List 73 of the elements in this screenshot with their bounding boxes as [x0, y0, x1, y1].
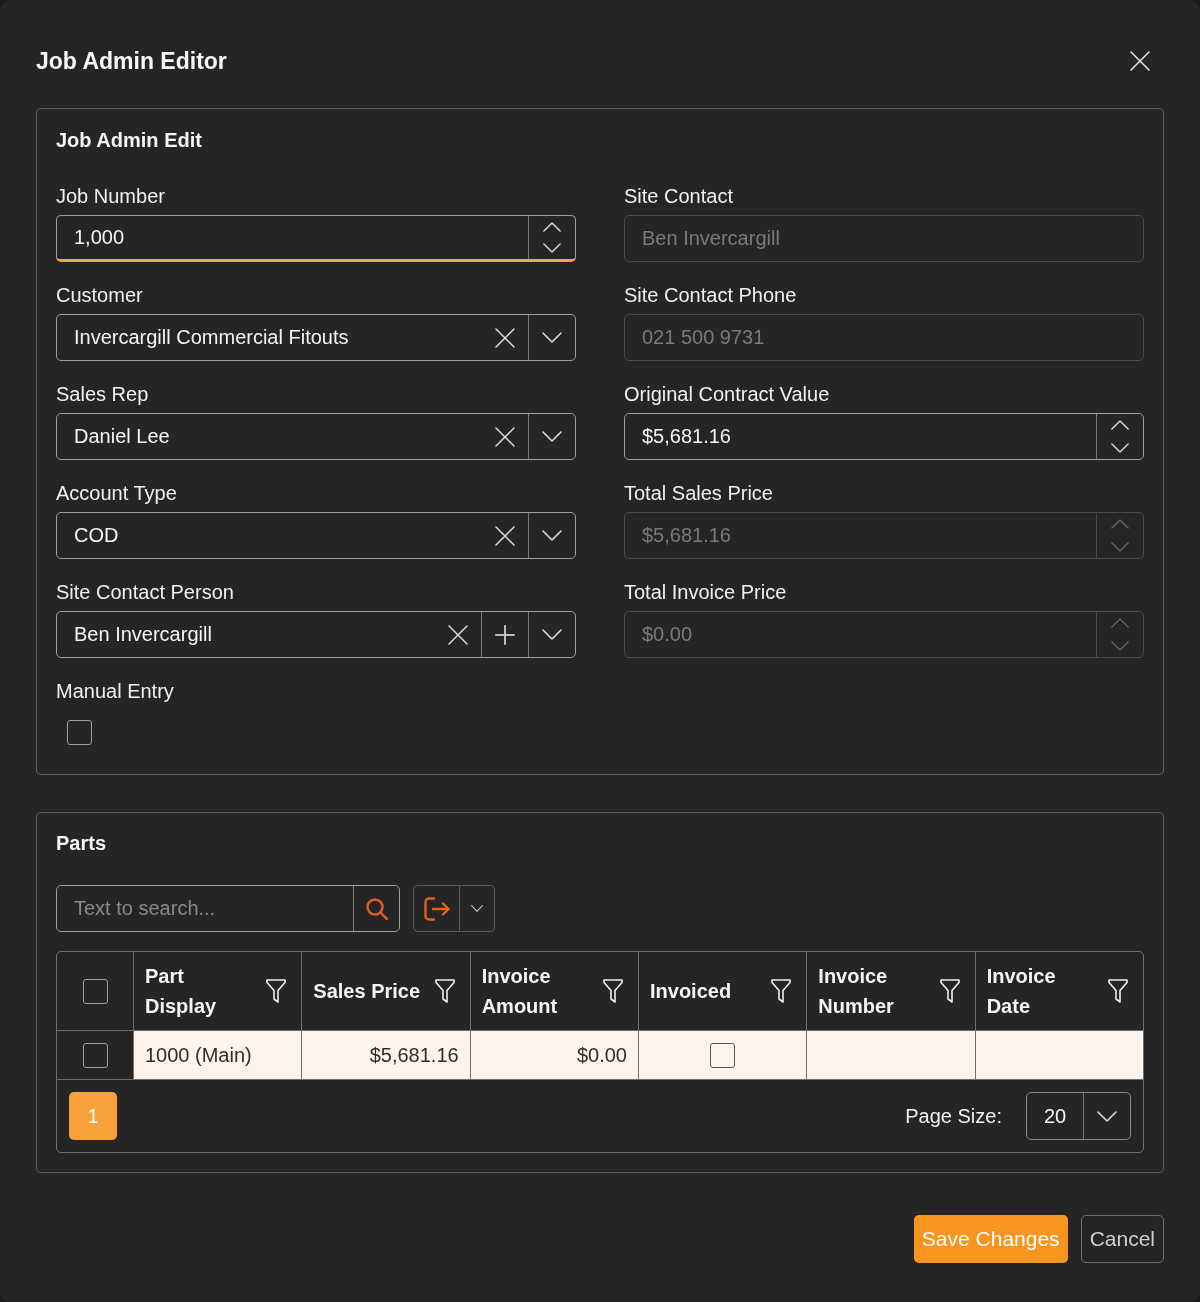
table-cell: $5,681.16	[301, 1031, 470, 1079]
number-input[interactable]: 1,000	[57, 216, 528, 259]
clear-icon	[494, 525, 515, 546]
cancel-button[interactable]: Cancel	[1080, 1215, 1164, 1263]
field-label: Customer	[56, 283, 143, 307]
field-label: Original Contract Value	[624, 382, 830, 406]
field-label: Job Number	[56, 184, 165, 208]
dialog-title: Job Admin Editor	[36, 47, 227, 75]
column-header[interactable]: Invoice Amount	[481, 961, 595, 1021]
combo-input[interactable]: COD	[57, 513, 481, 558]
filter-icon[interactable]	[603, 979, 623, 1003]
filter-icon[interactable]	[771, 979, 792, 1003]
filter-icon[interactable]	[1108, 979, 1128, 1003]
combo-input[interactable]: Ben Invercargill	[57, 612, 434, 657]
select-all-checkbox[interactable]	[82, 978, 108, 1004]
chevron-down-icon	[471, 905, 483, 912]
exit-arrow-icon	[423, 896, 450, 921]
field-label: Total Sales Price	[624, 481, 773, 505]
combo-box[interactable]: Daniel Lee	[56, 413, 576, 460]
filter-icon[interactable]	[266, 979, 287, 1003]
chevron-down-icon	[542, 629, 562, 640]
chevron-down-icon	[542, 431, 562, 442]
close-icon	[1130, 51, 1150, 71]
chevron-down-icon	[542, 332, 562, 343]
page-size-dropdown[interactable]: 20	[1026, 1092, 1131, 1140]
chevron-up-icon	[1111, 618, 1129, 629]
field-label: Site Contact Phone	[624, 283, 797, 307]
chevron-down-icon	[543, 243, 561, 254]
combo-input[interactable]: Invercargill Commercial Fitouts	[57, 315, 481, 360]
search-icon	[365, 897, 388, 920]
field-label: Total Invoice Price	[624, 580, 787, 604]
column-header[interactable]: Invoice Date	[986, 961, 1100, 1021]
page-size-label: Page Size:	[905, 1104, 1002, 1129]
chevron-down-icon	[1111, 541, 1129, 552]
combo-box[interactable]: Ben Invercargill	[56, 611, 576, 658]
export-button[interactable]	[413, 885, 460, 932]
field-label: Sales Rep	[56, 382, 149, 406]
invoiced-checkbox[interactable]	[710, 1042, 736, 1068]
clear-icon	[447, 624, 468, 645]
chevron-down-icon	[1111, 640, 1129, 651]
clear-icon	[494, 327, 515, 348]
number-spinner[interactable]: 1,000	[56, 215, 576, 262]
chevron-down-icon	[1097, 1110, 1117, 1122]
filter-icon[interactable]	[434, 979, 455, 1003]
combo-input[interactable]: Daniel Lee	[57, 414, 481, 459]
combo-box[interactable]: COD	[56, 512, 576, 559]
chevron-down-icon	[542, 530, 562, 541]
section-title: Job Admin Edit	[56, 128, 202, 152]
row-checkbox[interactable]	[82, 1042, 108, 1068]
table-cell: $0.00	[469, 1031, 638, 1079]
checkbox[interactable]	[67, 720, 92, 745]
filter-icon[interactable]	[939, 979, 960, 1003]
field-label: Account Type	[56, 481, 177, 505]
table-cell: 1000 (Main)	[133, 1031, 302, 1079]
close-button[interactable]	[1130, 51, 1150, 71]
export-menu-button[interactable]	[460, 885, 495, 932]
column-header[interactable]: Invoice Number	[818, 961, 932, 1021]
chevron-down-icon	[1111, 442, 1129, 453]
field-label: Manual Entry	[56, 679, 174, 703]
chevron-up-icon	[1111, 519, 1129, 530]
combo-box[interactable]: Invercargill Commercial Fitouts	[56, 314, 576, 361]
field-label: Site Contact Person	[56, 580, 234, 604]
column-header[interactable]: Sales Price	[313, 976, 421, 1006]
clear-icon	[494, 426, 515, 447]
column-header[interactable]: Invoiced	[650, 976, 732, 1006]
field-label: Site Contact	[624, 184, 733, 208]
search-input[interactable]: Text to search...	[57, 886, 353, 931]
chevron-up-icon	[543, 221, 561, 232]
plus-icon	[495, 624, 515, 645]
section-title: Parts	[56, 831, 107, 855]
column-header[interactable]: Part Display	[145, 961, 259, 1021]
chevron-up-icon	[1111, 420, 1129, 431]
search-box[interactable]: Text to search...	[56, 885, 400, 932]
